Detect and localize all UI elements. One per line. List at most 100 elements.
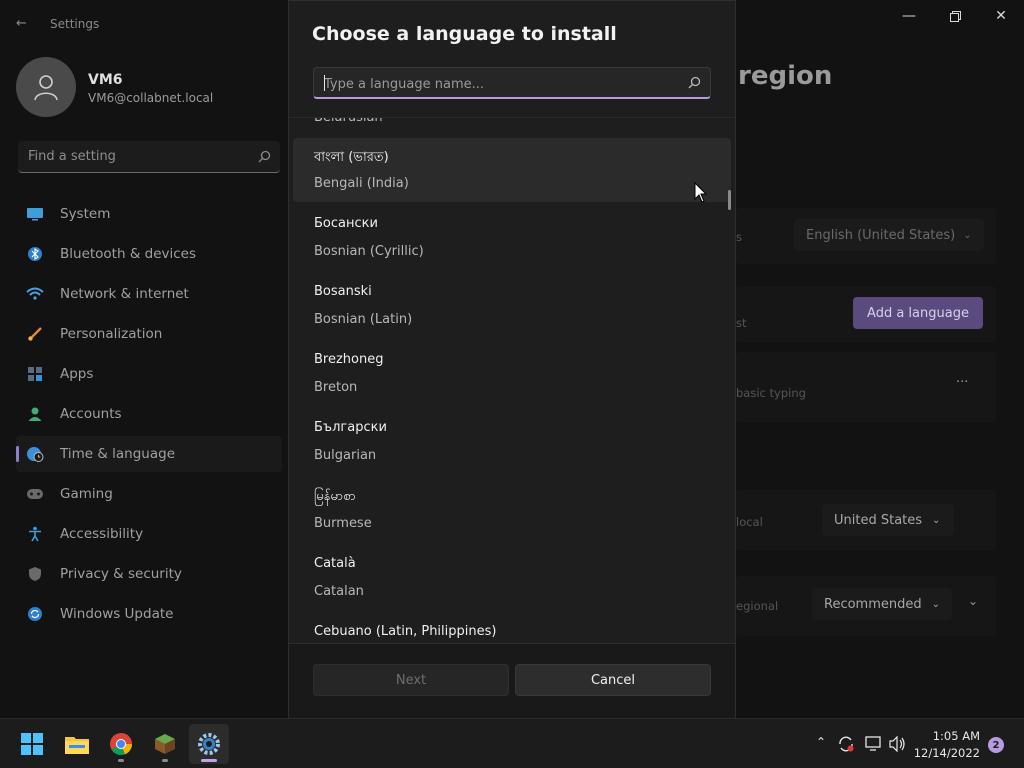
language-list-item[interactable]: বাংলা (ভারত) Bengali (India) <box>293 138 731 202</box>
sidebar-item-accessibility[interactable]: Accessibility <box>16 516 282 552</box>
preferred-languages-label: st <box>736 316 747 330</box>
country-combo[interactable]: United States ⌄ <box>822 504 954 536</box>
sidebar-item-accounts[interactable]: Accounts <box>16 396 282 432</box>
minimize-icon[interactable]: — <box>886 0 932 32</box>
add-language-button[interactable]: Add a language <box>853 297 983 329</box>
bluetooth-icon <box>26 245 44 263</box>
sidebar-item-privacy-security[interactable]: Privacy & security <box>16 556 282 592</box>
sidebar-item-label: Time & language <box>60 446 176 462</box>
sidebar-item-label: Privacy & security <box>60 566 182 582</box>
sidebar-item-system[interactable]: System <box>16 196 282 232</box>
chrome-icon[interactable] <box>101 724 141 764</box>
network-icon[interactable] <box>865 736 883 752</box>
sidebar-item-bluetooth-devices[interactable]: Bluetooth & devices <box>16 236 282 272</box>
sidebar-item-windows-update[interactable]: Windows Update <box>16 596 282 632</box>
running-indicator <box>162 759 168 762</box>
settings-icon[interactable] <box>189 724 229 764</box>
gamepad-icon <box>26 485 44 503</box>
language-native-name: বাংলা (ভারত) <box>314 150 389 165</box>
find-setting-placeholder: Find a setting <box>28 149 116 164</box>
search-icon <box>258 150 271 163</box>
chevron-down-icon: ⌄ <box>932 514 941 526</box>
monitor-icon <box>26 205 44 223</box>
apps-icon <box>26 365 44 383</box>
search-icon <box>688 76 701 89</box>
page-title: region <box>738 61 833 91</box>
partial-list-item[interactable]: Belarusian <box>314 118 383 125</box>
back-arrow-icon[interactable]: ← <box>16 16 27 31</box>
close-icon[interactable]: ✕ <box>978 0 1024 32</box>
language-english-name: Breton <box>314 380 358 395</box>
sync-icon[interactable] <box>837 735 855 753</box>
person-icon <box>34 75 58 101</box>
window-title: Settings <box>50 17 100 31</box>
scrollbar-thumb[interactable] <box>728 190 731 210</box>
language-native-name: Bosanski <box>314 284 372 299</box>
sidebar-item-label: System <box>60 206 111 222</box>
sidebar-item-label: Accounts <box>60 406 122 422</box>
show-hidden-icons-icon[interactable]: ⌃ <box>816 735 826 749</box>
language-search-input[interactable] <box>322 72 676 96</box>
language-search-box[interactable] <box>313 67 711 99</box>
active-indicator <box>201 759 217 762</box>
person-icon <box>26 405 44 423</box>
chevron-down-icon: ⌄ <box>931 598 941 610</box>
volume-icon[interactable] <box>889 736 907 752</box>
accessibility-icon <box>26 525 44 543</box>
language-list[interactable]: Belarusian বাংলা (ভারত) Bengali (India) Бо… <box>289 117 735 644</box>
maximize-icon[interactable] <box>932 0 978 32</box>
wifi-icon <box>26 285 44 303</box>
sidebar-item-label: Windows Update <box>60 606 174 622</box>
language-english-name: Bosnian (Latin) <box>314 312 413 327</box>
regional-format-combo[interactable]: Recommended ⌄ <box>812 588 952 620</box>
language-list-item[interactable]: Босански Bosnian (Cyrillic) <box>293 206 731 270</box>
language-list-item[interactable]: Català Catalan <box>293 546 731 610</box>
notification-badge[interactable]: 2 <box>988 737 1004 753</box>
minecraft-icon[interactable] <box>145 724 185 764</box>
user-email: VM6@collabnet.local <box>88 91 214 105</box>
language-list-item[interactable]: Bosanski Bosnian (Latin) <box>293 274 731 338</box>
language-native-name: Cebuano (Latin, Philippines) <box>314 624 497 639</box>
display-language-combo[interactable]: English (United States) ⌄ <box>794 219 984 251</box>
start-icon[interactable] <box>12 724 52 764</box>
next-button[interactable]: Next <box>313 664 509 696</box>
file-explorer-icon[interactable] <box>57 724 97 764</box>
expand-chevron-icon[interactable]: ⌄ <box>968 594 978 608</box>
language-native-name: Català <box>314 556 356 571</box>
sidebar-item-apps[interactable]: Apps <box>16 356 282 392</box>
sidebar-item-time-language[interactable]: Time & language <box>16 436 282 472</box>
sidebar-item-label: Gaming <box>60 486 113 502</box>
sidebar-item-personalization[interactable]: Personalization <box>16 316 282 352</box>
sidebar-item-label: Personalization <box>60 326 163 342</box>
language-list-item[interactable]: Brezhoneg Breton <box>293 342 731 406</box>
more-options-icon[interactable]: ··· <box>956 375 968 390</box>
chevron-down-icon: ⌄ <box>963 229 972 241</box>
language-english-name: Bengali (India) <box>314 176 409 191</box>
language-english-name: Catalan <box>314 584 364 599</box>
find-setting-search[interactable]: Find a setting <box>18 141 280 173</box>
cancel-button[interactable]: Cancel <box>515 664 711 696</box>
sidebar-item-label: Accessibility <box>60 526 144 542</box>
sidebar-item-gaming[interactable]: Gaming <box>16 476 282 512</box>
sidebar-item-label: Bluetooth & devices <box>60 246 197 262</box>
basic-typing-label: basic typing <box>736 386 806 400</box>
running-indicator <box>118 759 124 762</box>
language-native-name: မြန်မာစာ <box>314 489 356 504</box>
language-list-item[interactable]: Cebuano (Latin, Philippines) <box>293 614 731 644</box>
language-english-name: Bosnian (Cyrillic) <box>314 244 424 259</box>
language-native-name: Brezhoneg <box>314 352 384 367</box>
language-list-item[interactable]: Български Bulgarian <box>293 410 731 474</box>
shield-icon <box>26 565 44 583</box>
language-list-item[interactable]: မြန်မာစာ Burmese <box>293 478 731 542</box>
text-caret <box>324 75 325 91</box>
language-english-name: Burmese <box>314 516 372 531</box>
dialog-footer: Next Cancel <box>289 643 735 720</box>
clock-date: 12/14/2022 <box>913 746 980 760</box>
sidebar-item-network-internet[interactable]: Network & internet <box>16 276 282 312</box>
taskbar: ⌃ 1:05 AM 12/14/2022 2 <box>0 718 1024 768</box>
clock-time: 1:05 AM <box>932 729 980 743</box>
clock[interactable]: 1:05 AM 12/14/2022 <box>912 729 980 760</box>
country-label: local <box>736 515 763 529</box>
language-native-name: Босански <box>314 216 378 231</box>
avatar[interactable] <box>16 57 76 117</box>
